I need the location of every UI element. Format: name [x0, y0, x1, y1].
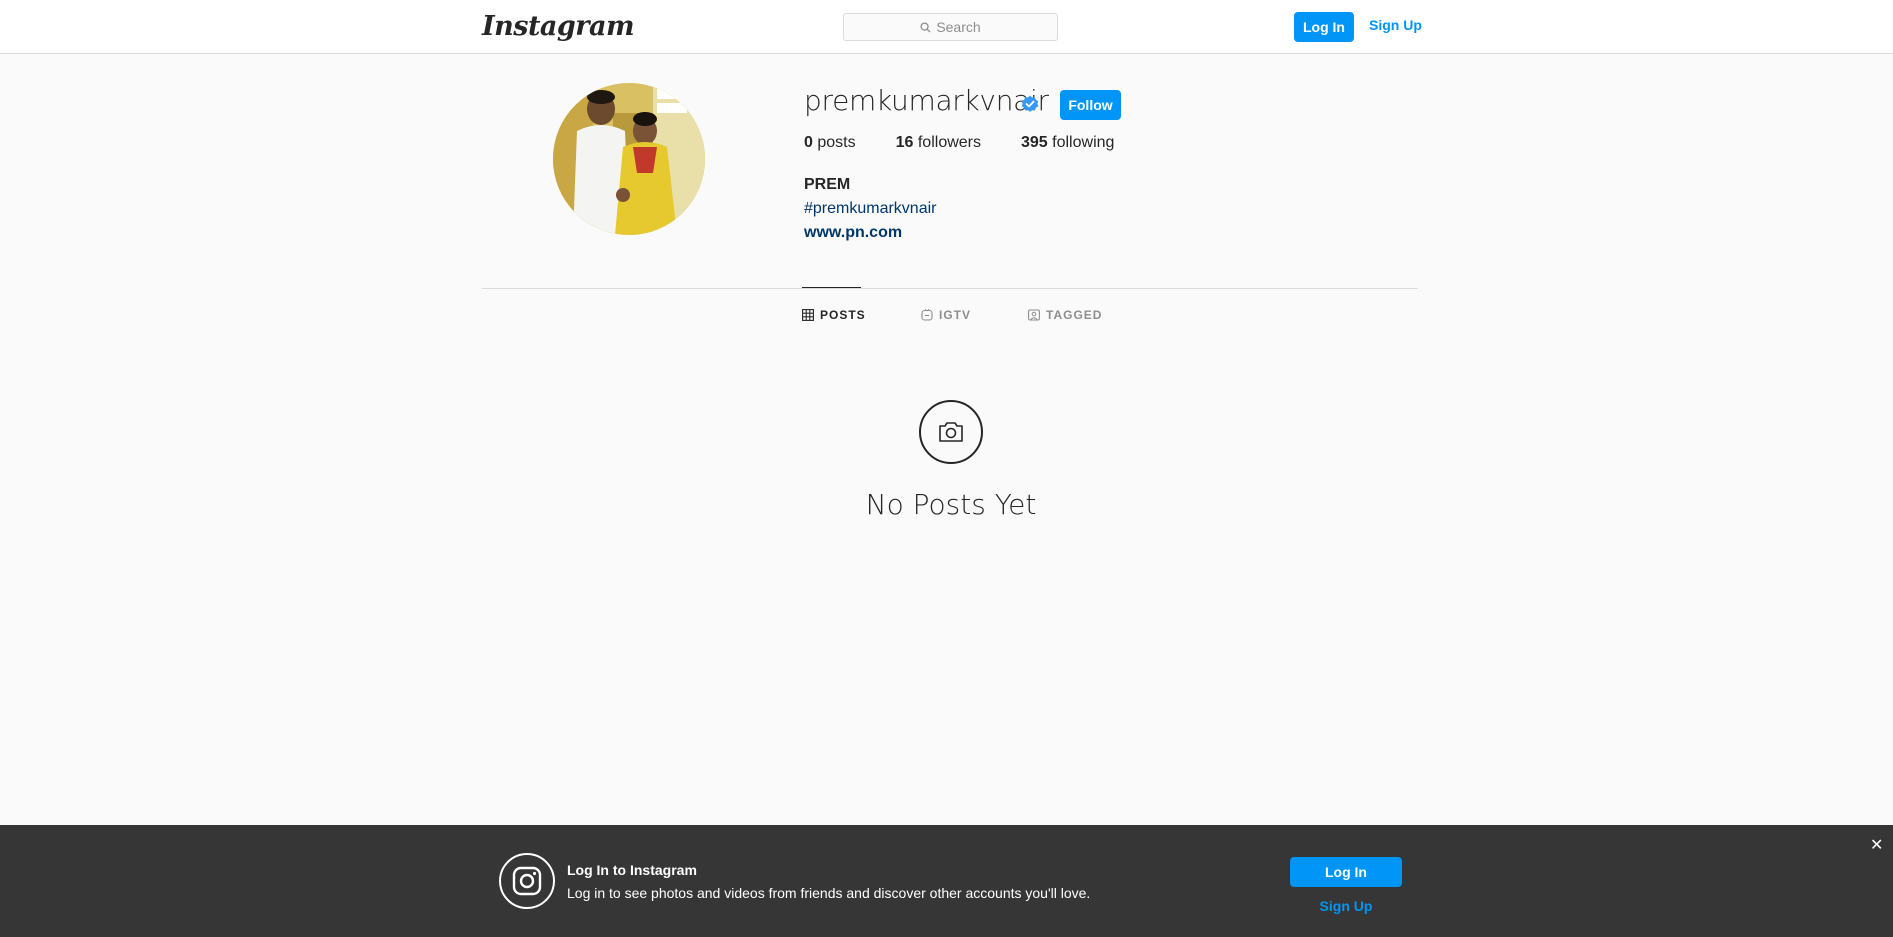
profile-full-name: PREM — [804, 176, 851, 193]
banner-title: Log In to Instagram — [567, 862, 697, 878]
following-count: 395 — [1021, 134, 1048, 151]
profile-username: premkumarkvnair — [804, 84, 1049, 117]
camera-icon — [939, 422, 963, 442]
followers-label: followers — [917, 134, 981, 151]
top-navigation-bar: Instagram Search Log In Sign Up — [0, 0, 1893, 54]
header-signup-link[interactable]: Sign Up — [1369, 17, 1422, 33]
instagram-glyph-icon — [512, 866, 542, 896]
tab-igtv[interactable]: IGTV — [921, 308, 971, 322]
profile-avatar[interactable] — [553, 83, 705, 235]
login-banner: Log In to Instagram Log in to see photos… — [0, 825, 1893, 937]
search-box[interactable]: Search — [843, 13, 1058, 41]
tab-posts-label: POSTS — [820, 308, 866, 322]
posts-label: posts — [817, 134, 856, 151]
profile-website-link[interactable]: www.pn.com — [804, 224, 902, 242]
tab-tagged[interactable]: TAGGED — [1028, 308, 1102, 322]
tabs-divider — [482, 288, 1418, 289]
posts-count: 0 — [804, 134, 813, 151]
banner-close-icon[interactable]: ✕ — [1870, 838, 1883, 854]
active-tab-indicator — [802, 287, 861, 288]
avatar-photo — [553, 83, 705, 235]
banner-login-button[interactable]: Log In — [1290, 857, 1402, 887]
banner-description: Log in to see photos and videos from fri… — [567, 885, 1091, 901]
tagged-icon — [1028, 309, 1040, 321]
tab-posts[interactable]: POSTS — [802, 308, 866, 322]
bio-hashtag-link[interactable]: #premkumarkvnair — [804, 200, 936, 218]
posts-stat: 0 posts — [804, 134, 856, 152]
header-login-button[interactable]: Log In — [1294, 12, 1354, 42]
banner-instagram-icon — [499, 853, 555, 909]
following-label: following — [1052, 134, 1115, 151]
grid-icon — [802, 309, 814, 321]
empty-state-camera — [919, 400, 983, 464]
following-stat[interactable]: 395 following — [1021, 134, 1114, 152]
search-icon — [920, 21, 931, 33]
banner-signup-link[interactable]: Sign Up — [1290, 898, 1402, 914]
igtv-icon — [921, 309, 933, 321]
tab-igtv-label: IGTV — [939, 308, 972, 322]
followers-stat[interactable]: 16 followers — [896, 134, 981, 152]
search-placeholder: Search — [936, 19, 981, 35]
no-posts-message: No Posts Yet — [865, 488, 1037, 521]
instagram-logo[interactable]: Instagram — [482, 11, 635, 42]
tab-tagged-label: TAGGED — [1046, 308, 1103, 322]
profile-stats: 0 posts 16 followers 395 following — [804, 134, 1154, 152]
verified-badge-icon — [1021, 95, 1039, 112]
followers-count: 16 — [895, 134, 914, 151]
follow-button[interactable]: Follow — [1060, 90, 1121, 120]
